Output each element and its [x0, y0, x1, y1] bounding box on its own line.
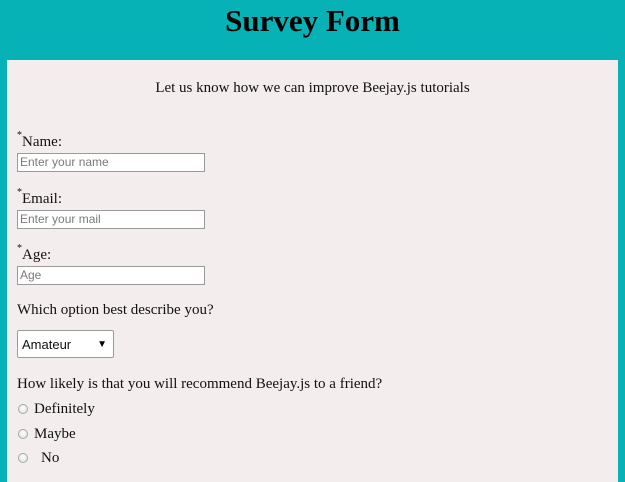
radio-option-label: Definitely — [34, 401, 95, 417]
name-label: *Name: — [17, 128, 62, 152]
radio-button[interactable] — [18, 453, 28, 463]
page-title: Survey Form — [225, 3, 400, 38]
required-marker: * — [17, 243, 22, 254]
radio-button[interactable] — [18, 404, 28, 414]
required-marker: * — [17, 187, 22, 198]
age-label-text: Age: — [22, 247, 52, 263]
radio-option-label: No — [41, 450, 60, 466]
role-dropdown[interactable]: Amateur ▼ — [17, 330, 114, 358]
dropdown-arrow-icon: ▼ — [97, 339, 107, 350]
name-label-text: Name: — [22, 134, 62, 150]
name-input[interactable] — [17, 153, 205, 172]
form-description: Let us know how we can improve Beejay.js… — [155, 80, 470, 96]
radio-button[interactable] — [18, 429, 28, 439]
email-input[interactable] — [17, 210, 205, 229]
recommend-label: How likely is that you will recommend Be… — [17, 376, 383, 392]
role-label: Which option best describe you? — [17, 302, 214, 318]
age-input[interactable] — [17, 266, 205, 285]
age-label: *Age: — [17, 241, 51, 265]
email-label: *Email: — [17, 185, 62, 209]
survey-form: Let us know how we can improve Beejay.js… — [7, 60, 618, 482]
radio-option-label: Maybe — [34, 426, 76, 442]
required-marker: * — [17, 130, 22, 141]
email-label-text: Email: — [22, 191, 62, 207]
role-dropdown-value: Amateur — [22, 337, 72, 352]
